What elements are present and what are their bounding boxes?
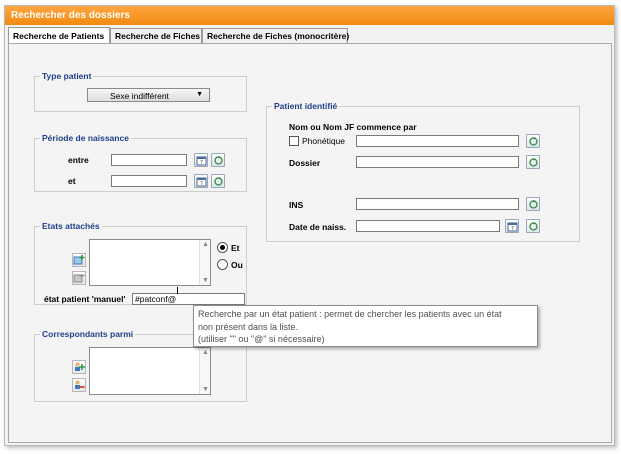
tooltip-line-1: Recherche par un état patient : permet d… bbox=[198, 309, 502, 319]
remove-etat-button[interactable] bbox=[72, 271, 86, 285]
refresh-nom-button[interactable] bbox=[526, 134, 540, 148]
etat-manuel-tooltip: Recherche par un état patient : permet d… bbox=[193, 305, 538, 347]
scroll-up-icon: ▲ bbox=[202, 349, 209, 356]
add-correspondant-button[interactable] bbox=[72, 360, 86, 374]
patients-search-panel: Type patient Sexe indifférent ▼ Période … bbox=[8, 43, 612, 443]
radio-et-label: Et bbox=[231, 243, 240, 253]
correspondants-listbox[interactable]: ▲ ▼ bbox=[89, 347, 211, 395]
patient-identifie-group: Patient identifié Nom ou Nom JF commence… bbox=[266, 101, 580, 242]
radio-et[interactable] bbox=[217, 242, 228, 253]
scroll-down-icon: ▼ bbox=[202, 386, 209, 393]
refresh-date-naiss-button[interactable] bbox=[526, 219, 540, 233]
etats-attaches-title: Etats attachés bbox=[40, 221, 102, 231]
phonetique-label: Phonétique bbox=[302, 136, 346, 146]
radio-ou[interactable] bbox=[217, 259, 228, 270]
date-naiss-field[interactable] bbox=[356, 220, 500, 232]
type-patient-group: Type patient Sexe indifférent ▼ bbox=[34, 71, 247, 112]
calendar-entre-button[interactable]: 7 bbox=[194, 153, 208, 167]
nom-label: Nom ou Nom JF commence par bbox=[289, 122, 417, 132]
refresh-entre-button[interactable] bbox=[211, 153, 225, 167]
etat-manuel-label: état patient 'manuel' bbox=[44, 294, 126, 304]
chevron-down-icon: ▼ bbox=[196, 91, 203, 98]
date-entre-field[interactable] bbox=[111, 154, 187, 166]
dossier-label: Dossier bbox=[289, 158, 321, 168]
refresh-dossier-button[interactable] bbox=[526, 155, 540, 169]
svg-text:7: 7 bbox=[200, 160, 203, 166]
refresh-icon bbox=[529, 158, 538, 167]
refresh-ins-button[interactable] bbox=[526, 197, 540, 211]
ins-field[interactable] bbox=[356, 198, 519, 210]
remove-icon bbox=[75, 380, 85, 389]
date-naiss-label: Date de naiss. bbox=[289, 222, 347, 232]
remove-icon bbox=[73, 274, 85, 283]
calendar-icon: 7 bbox=[196, 156, 207, 166]
refresh-icon bbox=[214, 177, 223, 186]
date-et-field[interactable] bbox=[111, 175, 187, 187]
nom-field[interactable] bbox=[356, 135, 519, 147]
scroll-down-icon: ▼ bbox=[202, 277, 209, 284]
etat-manuel-field[interactable]: #patconf@ bbox=[132, 293, 245, 305]
correspondants-title: Correspondants parmi bbox=[40, 329, 136, 339]
calendar-date-naiss-button[interactable]: 7 bbox=[505, 219, 519, 233]
calendar-et-button[interactable]: 7 bbox=[194, 174, 208, 188]
periode-naissance-title: Période de naissance bbox=[40, 133, 131, 143]
et-label: et bbox=[68, 176, 76, 186]
type-patient-title: Type patient bbox=[40, 71, 94, 81]
periode-naissance-group: Période de naissance entre 7 et 7 bbox=[34, 133, 247, 192]
calendar-icon: 7 bbox=[507, 222, 518, 232]
add-icon bbox=[73, 255, 85, 265]
add-etat-button[interactable] bbox=[72, 253, 86, 267]
dossier-field[interactable] bbox=[356, 156, 519, 168]
entre-label: entre bbox=[68, 155, 89, 165]
tab-recherche-fiches[interactable]: Recherche de Fiches bbox=[110, 28, 202, 43]
tooltip-line-3: (utiliser "" ou "@" si nécessaire) bbox=[198, 334, 325, 344]
ins-label: INS bbox=[289, 200, 304, 210]
sexe-select-value: Sexe indifférent bbox=[110, 91, 169, 101]
tab-recherche-patients[interactable]: Recherche de Patients bbox=[8, 27, 110, 43]
etats-listbox[interactable]: ▲ ▼ bbox=[89, 239, 211, 286]
text-cursor-icon: I bbox=[176, 286, 179, 297]
refresh-icon bbox=[529, 222, 538, 231]
svg-text:7: 7 bbox=[200, 181, 203, 187]
patient-identifie-title: Patient identifié bbox=[272, 101, 340, 111]
tooltip-line-2: non présent dans la liste. bbox=[198, 321, 299, 332]
refresh-et-button[interactable] bbox=[211, 174, 225, 188]
calendar-icon: 7 bbox=[196, 177, 207, 187]
refresh-icon bbox=[529, 200, 538, 209]
tab-recherche-fiches-monocritere[interactable]: Recherche de Fiches (monocritère) bbox=[202, 28, 349, 43]
add-icon bbox=[75, 362, 85, 371]
radio-ou-label: Ou bbox=[231, 260, 243, 270]
remove-correspondant-button[interactable] bbox=[72, 378, 86, 392]
correspondants-scrollbar[interactable]: ▲ ▼ bbox=[199, 348, 210, 394]
etats-scrollbar[interactable]: ▲ ▼ bbox=[199, 240, 210, 285]
refresh-icon bbox=[214, 156, 223, 165]
refresh-icon bbox=[529, 137, 538, 146]
search-window: Rechercher des dossiers Recherche de Pat… bbox=[4, 5, 615, 446]
sexe-select[interactable]: Sexe indifférent ▼ bbox=[87, 88, 210, 102]
scroll-up-icon: ▲ bbox=[202, 241, 209, 248]
phonetique-checkbox[interactable] bbox=[289, 136, 299, 146]
window-title: Rechercher des dossiers bbox=[5, 6, 614, 25]
svg-text:7: 7 bbox=[511, 226, 514, 232]
